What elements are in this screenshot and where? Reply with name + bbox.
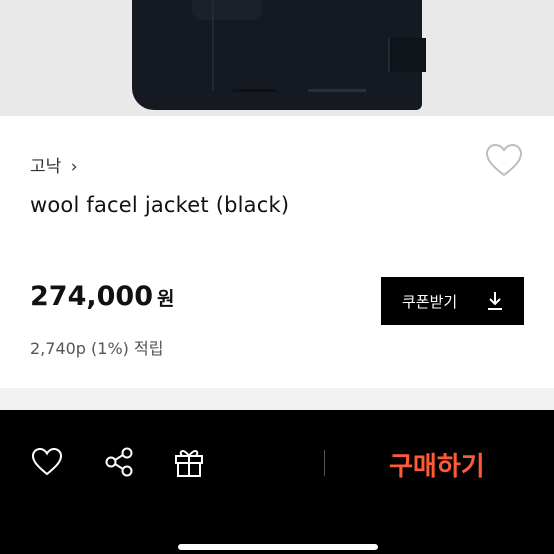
coupon-download-button[interactable]: 쿠폰받기 (381, 277, 524, 325)
product-title: wool facel jacket (black) (30, 193, 290, 217)
carousel-dot[interactable] (308, 89, 366, 92)
coupon-button-label: 쿠폰받기 (402, 293, 458, 311)
brand-name[interactable]: 고낙 (30, 157, 61, 177)
section-divider (0, 388, 554, 410)
heart-outline-icon[interactable] (484, 141, 524, 181)
product-image (132, 0, 426, 110)
bottom-action-bar: 구매하기 (0, 410, 554, 554)
home-indicator (178, 544, 378, 550)
currency-label: 원 (156, 288, 175, 310)
bar-divider (324, 450, 325, 476)
product-info-panel: 고낙 › wool facel jacket (black) 274,000 원 … (0, 116, 554, 388)
chevron-right-icon: › (70, 157, 78, 177)
download-icon (488, 292, 502, 310)
carousel-indicator (0, 89, 554, 93)
jacket-collar (192, 0, 262, 20)
product-image-carousel[interactable] (0, 0, 554, 116)
product-price: 274,000 원 (30, 281, 174, 312)
jacket-seam (212, 0, 214, 90)
buy-button[interactable]: 구매하기 (389, 446, 485, 483)
jacket-cuff (388, 38, 426, 72)
brand-link[interactable]: 고낙 › (30, 152, 78, 177)
gift-icon[interactable] (172, 445, 206, 479)
price-value: 274,000 (30, 281, 153, 312)
carousel-dot-active[interactable] (233, 89, 277, 92)
heart-outline-icon[interactable] (30, 445, 64, 479)
share-icon[interactable] (102, 445, 136, 479)
reward-points: 2,740p (1%) 적립 (30, 339, 164, 358)
